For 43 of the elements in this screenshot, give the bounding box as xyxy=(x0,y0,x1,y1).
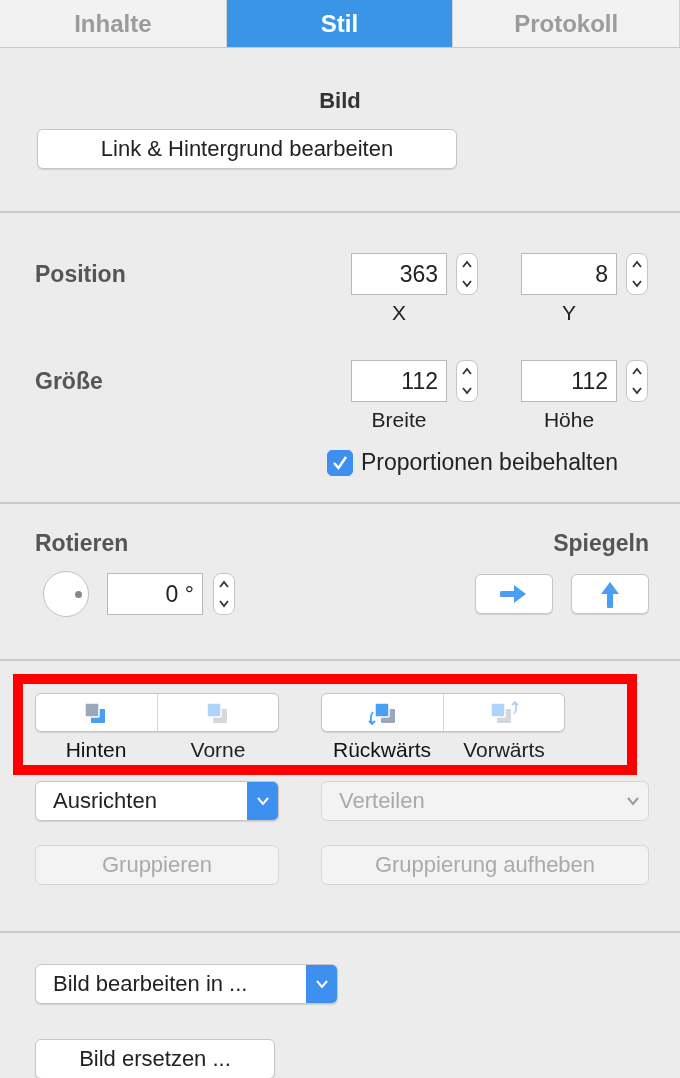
up-down-chevron-icon xyxy=(631,259,643,289)
segment-label: Vorne xyxy=(189,737,247,762)
number-field[interactable]: 112 xyxy=(351,360,447,402)
up-down-chevron-icon xyxy=(461,366,473,396)
align-dropdown[interactable]: Ausrichten xyxy=(35,781,279,821)
field-caption: X xyxy=(391,301,407,325)
segment-label: Rückwärts xyxy=(332,737,432,762)
mirror-label: Spiegeln xyxy=(553,530,649,557)
field-caption: Breite xyxy=(370,408,428,432)
replace-image-button[interactable]: Bild ersetzen ... xyxy=(35,1039,275,1078)
field-group-label: Größe xyxy=(35,367,104,395)
stepper-control[interactable] xyxy=(626,360,648,402)
number-field[interactable]: 112 xyxy=(521,360,617,402)
number-field[interactable]: 363 xyxy=(351,253,447,295)
mirror-button[interactable] xyxy=(571,574,649,614)
chevron-down-icon xyxy=(255,796,270,806)
number-field[interactable]: 8 xyxy=(521,253,617,295)
field-caption: Y xyxy=(561,301,577,325)
edit-in-dropdown[interactable]: Bild bearbeiten in ... xyxy=(35,964,338,1004)
chevron-down-icon xyxy=(625,796,640,806)
stepper-control[interactable] xyxy=(213,573,235,615)
stepper-control[interactable] xyxy=(456,360,478,402)
section-title: Bild xyxy=(318,88,362,114)
overlapping-squares-icon xyxy=(488,699,519,726)
up-down-chevron-icon xyxy=(461,259,473,289)
up-down-chevron-icon xyxy=(631,366,643,396)
field-caption: Höhe xyxy=(542,408,596,432)
segment-label: Hinten xyxy=(64,737,128,762)
stepper-control[interactable] xyxy=(456,253,478,295)
edit-link-button[interactable]: Link & Hintergrund bearbeiten xyxy=(37,129,457,169)
checkbox[interactable] xyxy=(327,449,353,476)
mirror-button[interactable] xyxy=(475,574,553,614)
chevron-down-icon xyxy=(314,979,329,989)
field-group-label: Position xyxy=(35,260,127,288)
angle-field[interactable]: 0 ° xyxy=(107,573,203,615)
segment-label: Vorwärts xyxy=(462,737,546,762)
stepper-control[interactable] xyxy=(626,253,648,295)
up-arrow-icon xyxy=(599,580,621,608)
rotation-dial[interactable] xyxy=(43,571,89,617)
rotate-label: Rotieren xyxy=(35,530,129,557)
checkbox-label: Proportionen beibehalten xyxy=(361,449,619,476)
right-arrow-icon xyxy=(500,583,528,605)
up-down-chevron-icon xyxy=(218,579,230,609)
